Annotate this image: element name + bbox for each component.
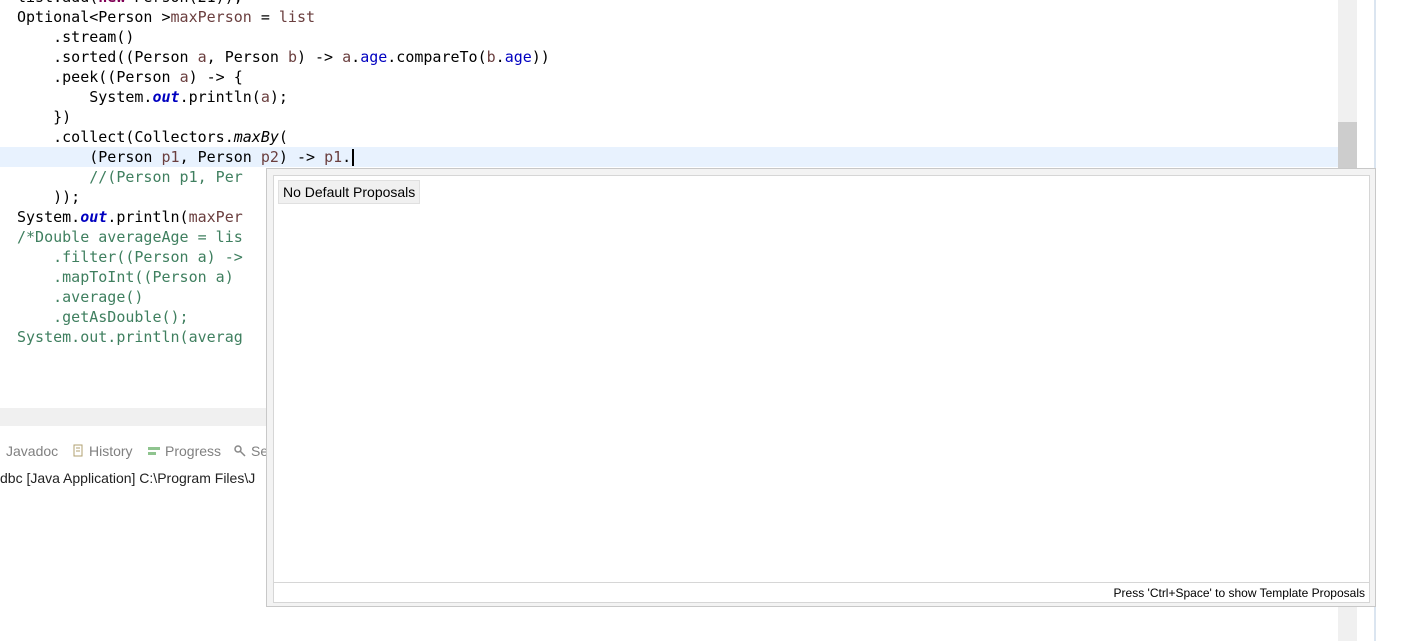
code-token: .stream() (17, 28, 135, 46)
code-token: list (278, 8, 316, 26)
code-token: (Person (17, 148, 162, 166)
code-token: .average() (17, 288, 144, 306)
code-token: a (197, 48, 207, 66)
code-token: /*Double averageAge = lis (17, 228, 243, 246)
code-token: .compareTo( (387, 48, 487, 66)
code-token: ( (278, 128, 288, 146)
code-token: .getAsDouble(); (17, 308, 189, 326)
code-token: a (342, 48, 352, 66)
tab-history[interactable]: History (71, 443, 133, 459)
code-token: p1 (161, 148, 180, 166)
code-token: )) (531, 48, 550, 66)
code-token: new (98, 0, 125, 6)
code-line[interactable]: Optional<Person >maxPerson = list (0, 7, 1338, 27)
tab-javadoc-label: Javadoc (6, 443, 59, 459)
code-line[interactable]: System.out.println(a); (0, 87, 1338, 107)
code-token: .println( (107, 208, 189, 226)
code-token: out (80, 208, 108, 226)
no-proposals-item[interactable]: No Default Proposals (278, 180, 421, 204)
tab-javadoc[interactable]: Javadoc (6, 443, 58, 459)
code-token: list.add( (17, 0, 98, 6)
text-caret (352, 149, 355, 166)
code-line[interactable]: list.add(new Person(21)); (0, 0, 1338, 7)
code-token: out (152, 88, 180, 106)
code-token: maxPerson (170, 8, 252, 26)
code-token: . (495, 48, 505, 66)
editor-scroll-thumb[interactable] (1338, 122, 1357, 168)
code-token: , Person (179, 148, 261, 166)
editor-horizontal-scrollbar[interactable] (0, 408, 266, 426)
code-token: System. (17, 88, 153, 106)
code-token: //(Person p1, Per (17, 168, 243, 186)
code-line[interactable]: .collect(Collectors.maxBy( (0, 127, 1338, 147)
code-line-current[interactable]: (Person p1, Person p2) -> p1. (0, 147, 1338, 167)
content-assist-popup: No Default Proposals Press 'Ctrl+Space' … (266, 168, 1376, 607)
code-token: a (260, 88, 270, 106)
code-token: System. (17, 208, 81, 226)
code-token: ) -> { (188, 68, 243, 86)
code-token: . (342, 148, 352, 166)
tab-history-label: History (89, 443, 133, 459)
code-token: System.out.println(averag (17, 328, 243, 346)
code-token: .collect(Collectors. (17, 128, 234, 146)
history-icon (71, 444, 85, 458)
code-token: maxPer (188, 208, 243, 226)
code-token: .println( (179, 88, 261, 106)
code-token: ); (269, 88, 288, 106)
code-line[interactable]: .sorted((Person a, Person b) -> a.age.co… (0, 47, 1338, 67)
code-line[interactable]: }) (0, 107, 1338, 127)
code-token: .mapToInt((Person a) (17, 268, 243, 286)
code-token: ) -> (296, 48, 343, 66)
code-line[interactable]: .stream() (0, 27, 1338, 47)
code-token: p1 (324, 148, 343, 166)
tab-search-label: Se (251, 443, 266, 459)
code-token: .sorted((Person (17, 48, 198, 66)
tab-progress[interactable]: Progress (147, 443, 221, 459)
code-token: Person(21)); (125, 0, 242, 6)
code-token: age (504, 48, 532, 66)
code-token: .filter((Person a) -> (17, 248, 243, 266)
code-token: )); (17, 188, 81, 206)
code-token: b (486, 48, 496, 66)
code-token: a (179, 68, 189, 86)
console-process-label: dbc [Java Application] C:\Program Files\… (0, 470, 256, 486)
search-icon (233, 444, 247, 458)
code-token: ) -> (278, 148, 325, 166)
code-line[interactable]: .peek((Person a) -> { (0, 67, 1338, 87)
tab-progress-label: Progress (165, 443, 222, 459)
code-token: , Person (206, 48, 288, 66)
code-token: .peek((Person (17, 68, 180, 86)
code-token: Optional<Person > (17, 8, 171, 26)
tab-search[interactable]: Se (233, 443, 266, 459)
progress-icon (147, 444, 161, 458)
code-token: = (251, 8, 279, 26)
code-token: }) (17, 108, 72, 126)
code-token: maxBy (233, 128, 279, 146)
code-token: age (360, 48, 388, 66)
bottom-panel-tabs: Javadoc History Progress Se (0, 438, 266, 466)
code-token: . (351, 48, 361, 66)
proposals-list[interactable]: No Default Proposals (273, 175, 1370, 583)
code-token: p2 (260, 148, 279, 166)
code-token: b (287, 48, 297, 66)
proposals-status-bar: Press 'Ctrl+Space' to show Template Prop… (273, 583, 1370, 603)
